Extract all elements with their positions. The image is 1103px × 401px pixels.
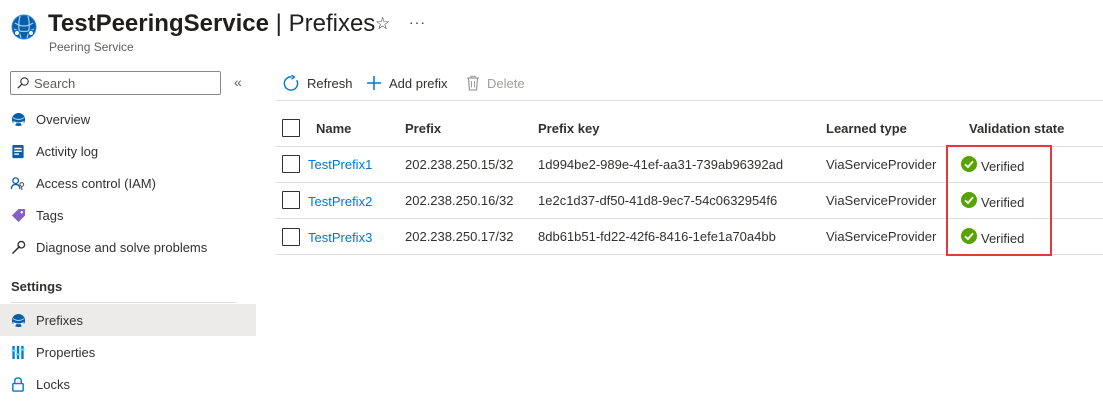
peering-service-icon: [10, 111, 26, 127]
column-header-name[interactable]: Name: [316, 121, 351, 136]
resource-name: TestPeeringService: [48, 10, 270, 37]
sidebar-item-activity-log[interactable]: Activity log: [0, 135, 256, 167]
column-header-prefix[interactable]: Prefix: [405, 121, 441, 136]
sidebar-item-label: Tags: [36, 207, 64, 223]
sidebar-item-label: Properties: [36, 344, 96, 360]
collapse-sidebar-button[interactable]: «: [234, 74, 242, 90]
section-divider: [10, 302, 236, 303]
delete-label: Delete: [487, 75, 525, 91]
sidebar-item-locks[interactable]: Locks: [0, 368, 256, 400]
row-checkbox[interactable]: [282, 155, 300, 173]
column-header-prefix-key[interactable]: Prefix key: [538, 121, 599, 136]
prefix-value: 202.238.250.17/32: [405, 229, 514, 244]
refresh-icon: [283, 74, 300, 92]
learned-type-value: ViaServiceProvider: [826, 157, 937, 172]
title-separator: |: [269, 10, 289, 37]
peering-service-icon: [11, 14, 37, 40]
learned-type-value: ViaServiceProvider: [826, 193, 937, 208]
sidebar-item-overview[interactable]: Overview: [0, 103, 256, 135]
star-outline-icon[interactable]: ☆: [375, 14, 390, 34]
activity-log-icon: [10, 143, 26, 159]
sidebar-item-label: Activity log: [36, 143, 99, 159]
refresh-label: Refresh: [307, 75, 353, 91]
prefix-key-value: 8db61b51-fd22-42f6-8416-1efe1a70a4bb: [538, 229, 776, 244]
access-control-icon: [10, 175, 26, 191]
delete-button[interactable]: Delete: [466, 72, 525, 94]
sidebar-item-properties[interactable]: Properties: [0, 336, 256, 368]
sidebar-item-label: Prefixes: [36, 312, 83, 328]
column-header-validation-state[interactable]: Validation state: [969, 121, 1064, 136]
sidebar-item-label: Access control (IAM): [36, 175, 156, 191]
row-checkbox[interactable]: [282, 191, 300, 209]
prefix-name-link[interactable]: TestPrefix1: [308, 157, 372, 172]
row-checkbox[interactable]: [282, 228, 300, 246]
add-prefix-label: Add prefix: [389, 75, 448, 91]
tag-icon: [10, 207, 26, 223]
resource-type-subtitle: Peering Service: [49, 40, 134, 54]
sidebar-search[interactable]: [10, 71, 221, 95]
add-prefix-button[interactable]: Add prefix: [366, 72, 448, 94]
prefix-key-value: 1d994be2-989e-41ef-aa31-739ab96392ad: [538, 157, 784, 172]
ellipsis-icon[interactable]: ···: [409, 14, 426, 30]
prefix-value: 202.238.250.16/32: [405, 193, 514, 208]
peering-service-icon: [10, 312, 26, 328]
trash-icon: [466, 75, 480, 91]
page-title: TestPeeringService | Prefixes: [48, 9, 375, 39]
learned-type-value: ViaServiceProvider: [826, 229, 937, 244]
properties-icon: [10, 344, 26, 360]
sidebar-item-access-control[interactable]: Access control (IAM): [0, 167, 256, 199]
wrench-icon: [10, 239, 26, 255]
sidebar-item-label: Locks: [36, 376, 70, 392]
prefix-value: 202.238.250.15/32: [405, 157, 514, 172]
sidebar-item-label: Overview: [36, 111, 91, 127]
sidebar-item-tags[interactable]: Tags: [0, 199, 256, 231]
prefix-name-link[interactable]: TestPrefix2: [308, 194, 372, 209]
sidebar-item-prefixes[interactable]: Prefixes: [0, 304, 256, 336]
column-header-learned-type[interactable]: Learned type: [826, 121, 907, 136]
prefix-key-value: 1e2c1d37-df50-41d8-9ec7-54c0632954f6: [538, 193, 778, 208]
blade-name: Prefixes: [288, 10, 376, 37]
prefix-name-link[interactable]: TestPrefix3: [308, 230, 372, 245]
sidebar-item-diagnose[interactable]: Diagnose and solve problems: [0, 231, 256, 263]
search-input[interactable]: [34, 75, 209, 91]
settings-section-header: Settings: [11, 279, 63, 294]
validation-state-highlight-box: [946, 145, 1052, 256]
select-all-checkbox[interactable]: [282, 119, 300, 137]
lock-icon: [10, 376, 26, 392]
search-icon: [17, 77, 29, 89]
toolbar-divider: [276, 100, 1103, 101]
plus-icon: [366, 75, 382, 91]
sidebar-item-label: Diagnose and solve problems: [36, 239, 208, 255]
refresh-button[interactable]: Refresh: [283, 72, 353, 94]
